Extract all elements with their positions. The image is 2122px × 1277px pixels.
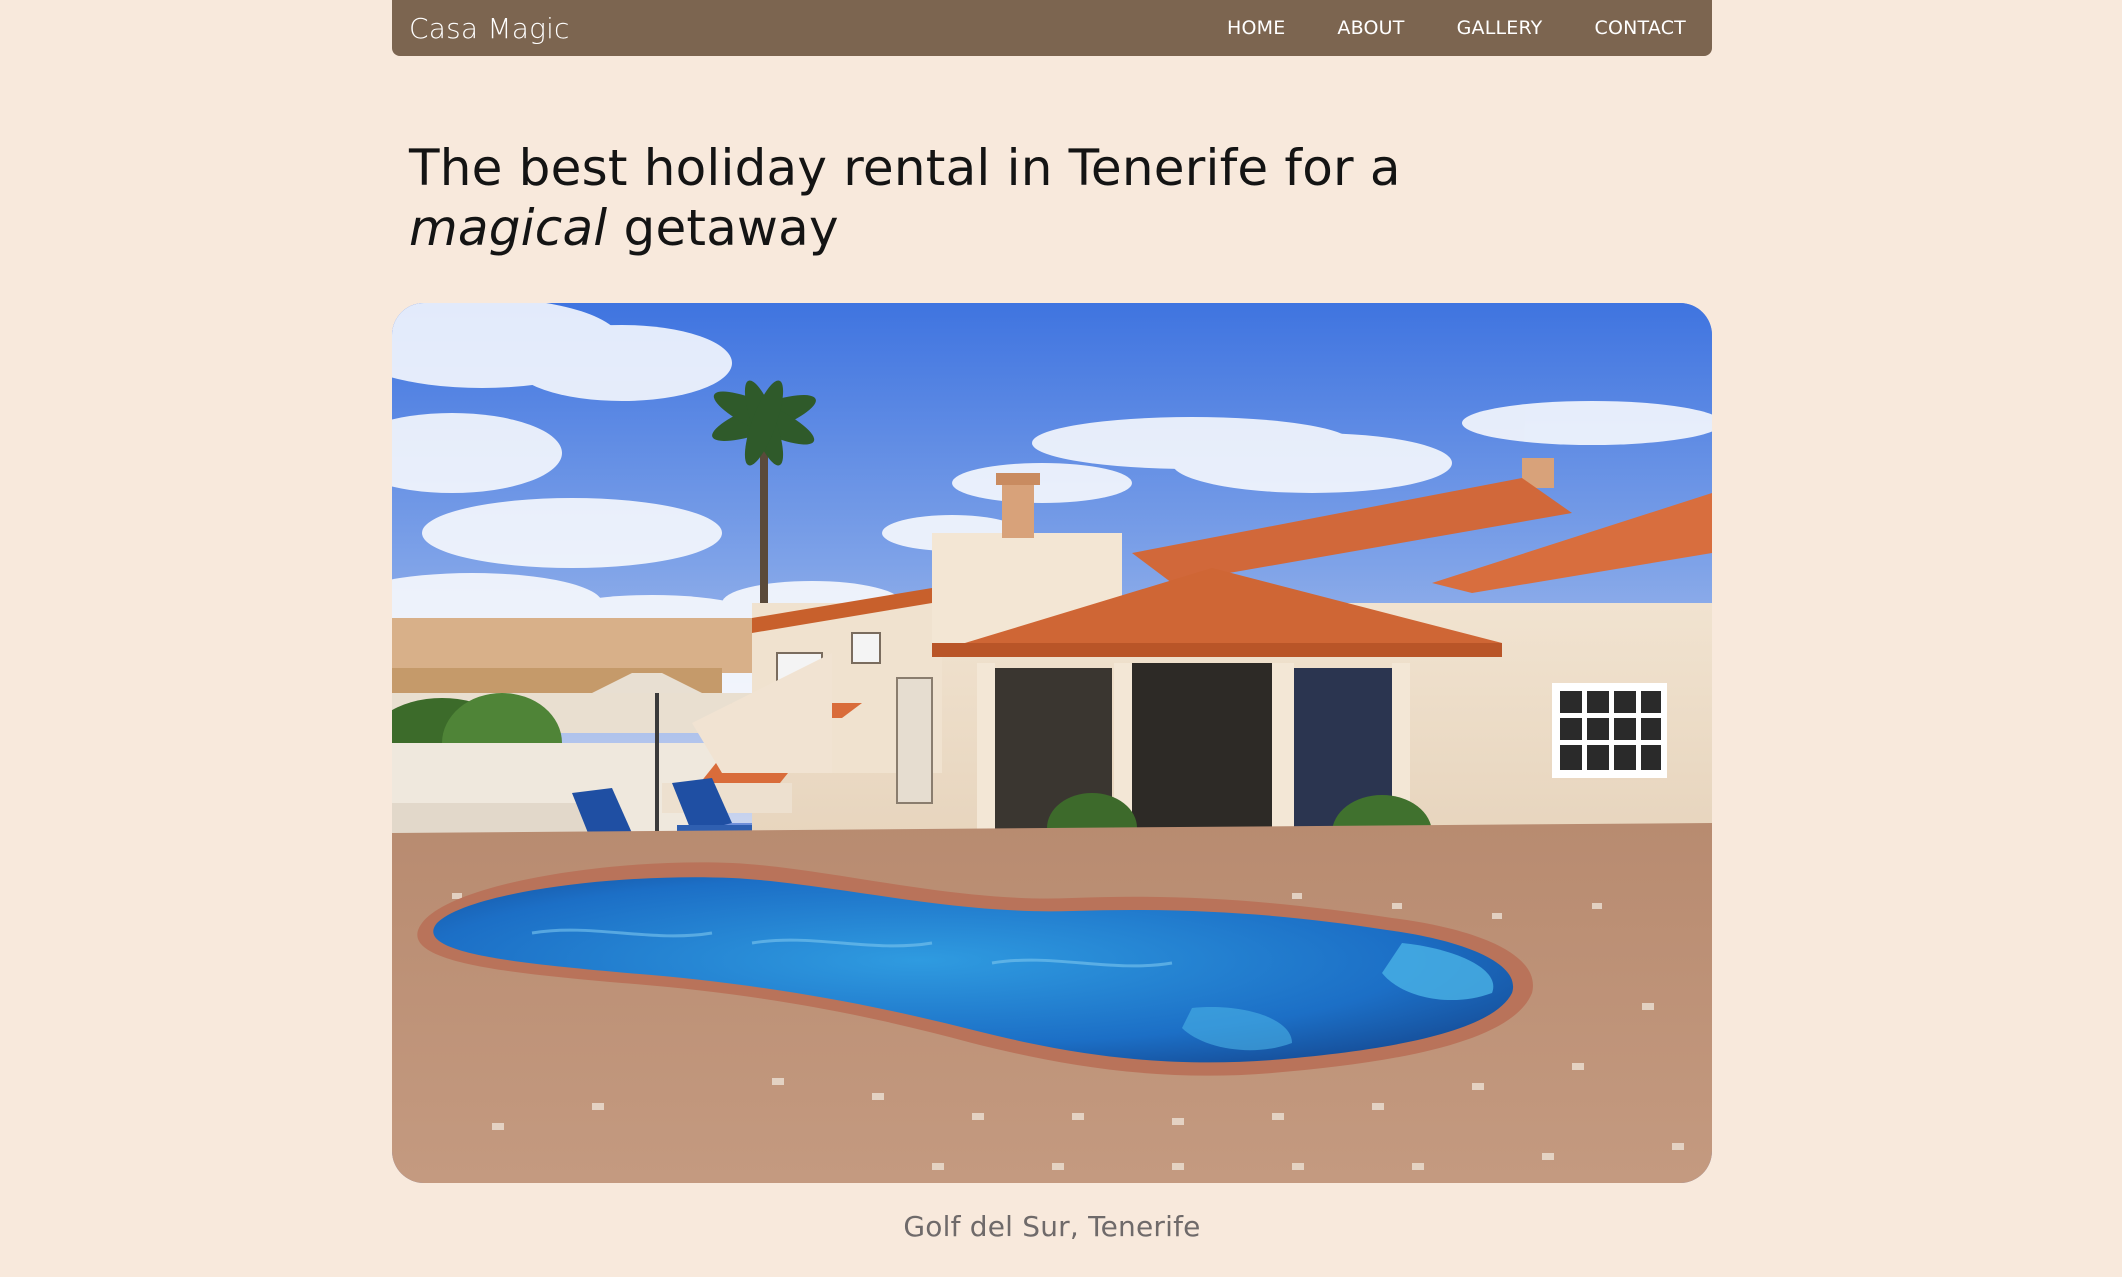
- top-navbar: Casa Magic HOME ABOUT GALLERY CONTACT: [392, 0, 1712, 56]
- nav-link-gallery[interactable]: GALLERY: [1457, 17, 1543, 39]
- hero-caption: Golf del Sur, Tenerife: [903, 1210, 1201, 1243]
- nav-link-about[interactable]: ABOUT: [1337, 17, 1404, 39]
- nav-link-home[interactable]: HOME: [1227, 17, 1285, 39]
- hero-headline: The best holiday rental in Tenerife for …: [409, 138, 1409, 258]
- page: Casa Magic HOME ABOUT GALLERY CONTACT Th…: [0, 0, 2122, 1277]
- headline-emphasis: magical: [409, 199, 608, 257]
- headline-ending: getaway: [623, 199, 839, 257]
- hero-image: [392, 303, 1712, 1183]
- brand-logo-link[interactable]: Casa Magic: [409, 12, 570, 45]
- villa-pool-photo: [392, 303, 1712, 1183]
- headline-text: The best holiday rental in Tenerife for …: [409, 139, 1401, 197]
- nav-link-contact[interactable]: CONTACT: [1594, 17, 1686, 39]
- nav-links: HOME ABOUT GALLERY CONTACT: [1227, 17, 1686, 39]
